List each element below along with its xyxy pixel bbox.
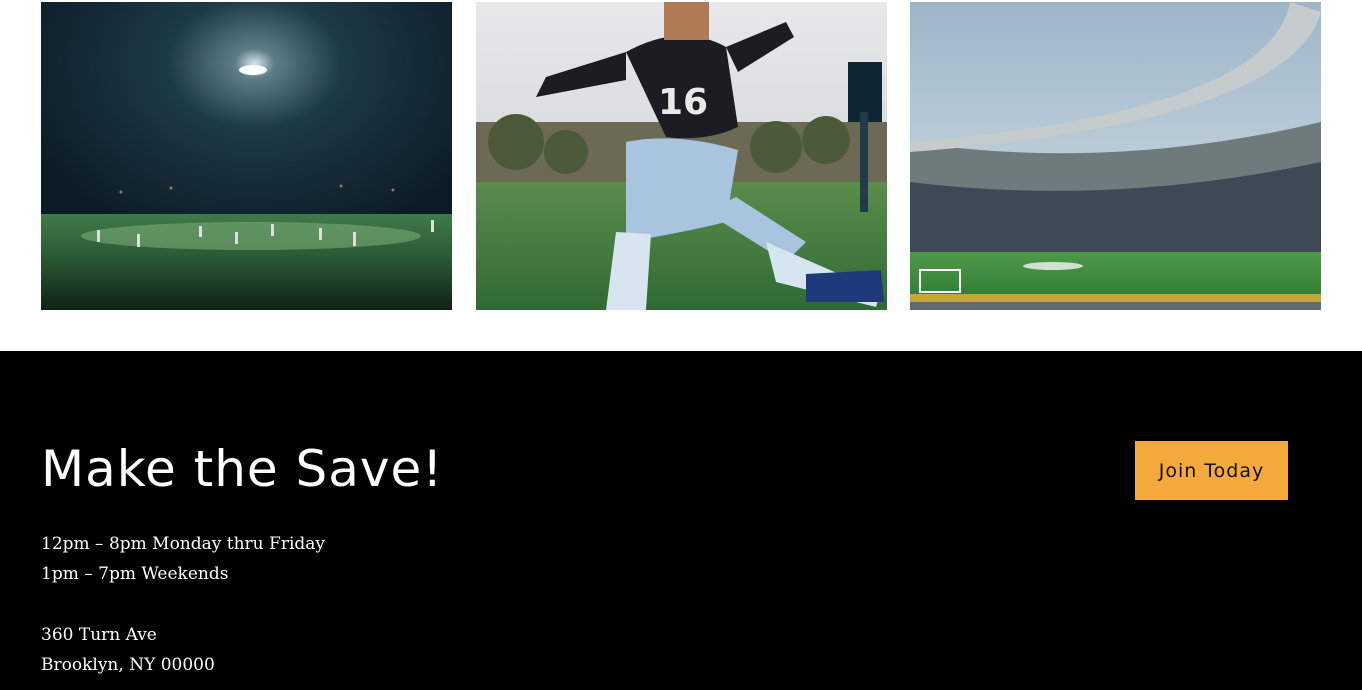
address-street: 360 Turn Ave [41,625,157,645]
address-city: Brooklyn, NY 00000 [41,655,215,675]
night-field-image [41,2,452,310]
svg-text:16: 16 [658,82,708,123]
stadium-image [910,2,1321,310]
opening-hours: 12pm – 8pm Monday thru Friday 1pm – 7pm … [41,529,325,589]
player-kick-image: 16 [476,2,887,310]
night-field-photo[interactable] [41,2,452,310]
photo-gallery: 16 [0,0,1362,351]
hours-weekend: 1pm – 7pm Weekends [41,564,229,584]
cta-title: Make the Save! [41,440,444,498]
stadium-photo[interactable] [910,2,1321,310]
address: 360 Turn Ave Brooklyn, NY 00000 [41,620,215,680]
player-kick-photo[interactable]: 16 [476,2,887,310]
hours-weekday: 12pm – 8pm Monday thru Friday [41,534,326,554]
join-today-button[interactable]: Join Today [1135,441,1288,500]
footer-cta-section: Make the Save! Join Today 12pm – 8pm Mon… [0,351,1362,690]
